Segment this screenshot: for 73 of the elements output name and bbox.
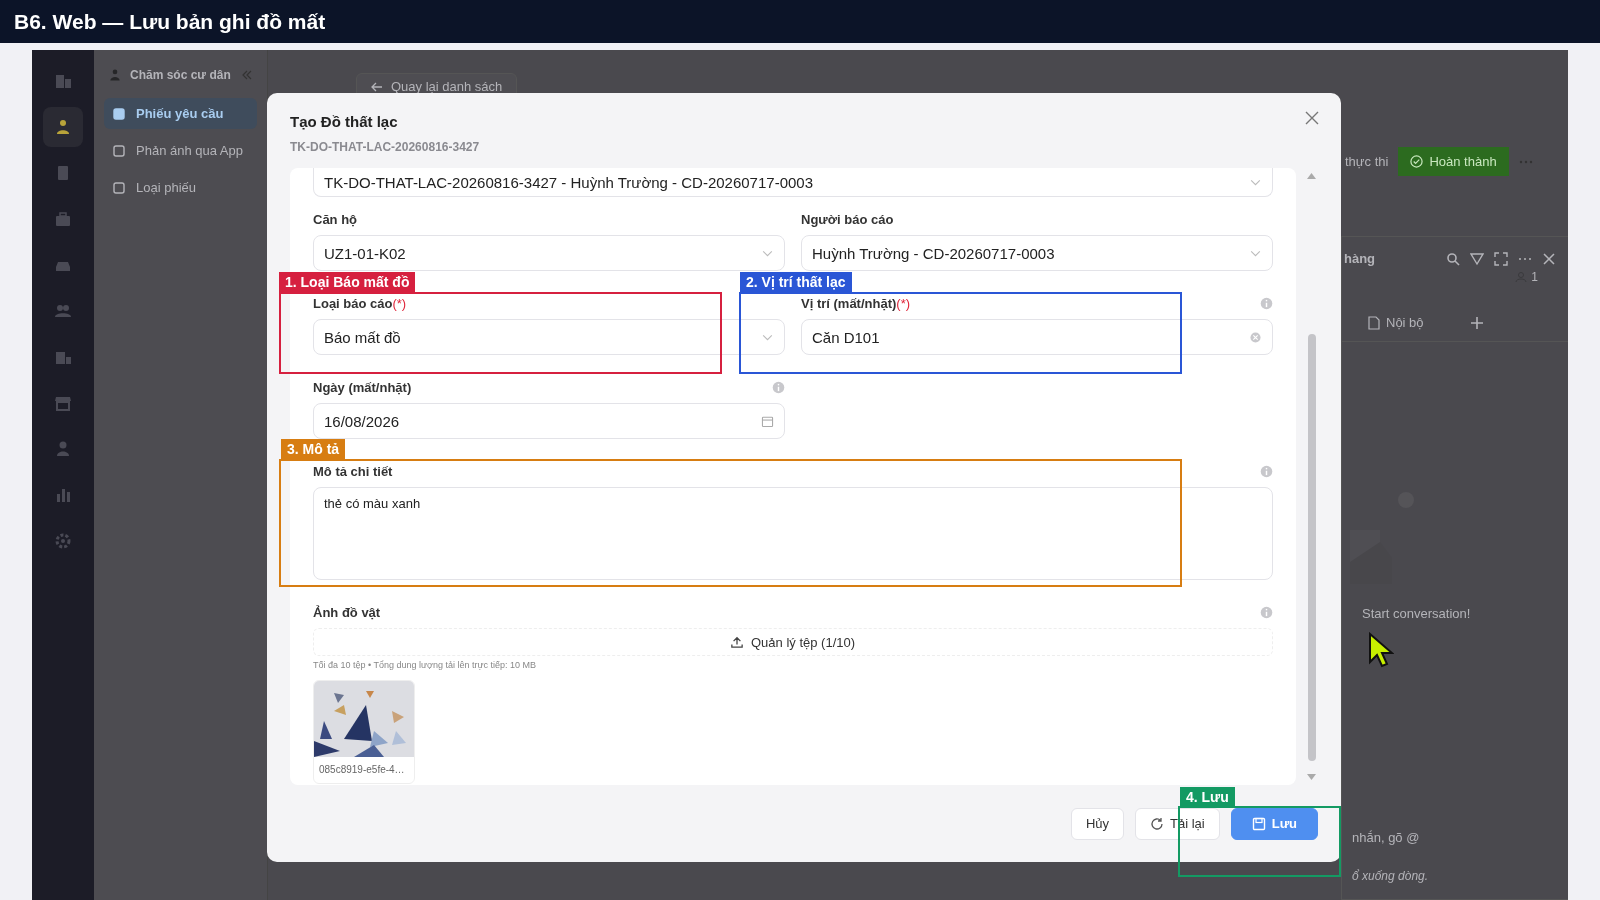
date-field[interactable]: 16/08/2026 [313, 403, 785, 439]
arrow-left-icon [371, 80, 383, 93]
cancel-button[interactable]: Hủy [1070, 807, 1124, 840]
person-icon [54, 118, 72, 136]
upload-icon [730, 636, 743, 648]
close-icon[interactable] [1305, 111, 1319, 125]
callout-label: 4. Lưu [1180, 787, 1235, 807]
field-label: Vị trí (mất/nhặt)(*) [801, 295, 911, 311]
field-label: Mô tả chi tiết [313, 463, 393, 479]
input-hint: ổ xuống dòng. [1352, 869, 1430, 883]
person-icon [108, 68, 122, 82]
info-icon [772, 380, 785, 394]
select-field[interactable]: Huỳnh Trường - CD-20260717-0003 [801, 235, 1273, 271]
filter-icon[interactable] [1470, 251, 1484, 266]
status-text: thực thi [1345, 154, 1389, 169]
sidebar-item[interactable]: Phiếu yêu cầu [104, 98, 257, 129]
calendar-icon [761, 414, 774, 428]
input-field[interactable]: Căn D101 [801, 319, 1273, 355]
scroll-up-icon[interactable] [1307, 172, 1316, 180]
field-label: Căn hộ [313, 211, 358, 227]
square-icon [112, 180, 126, 195]
upload-hint: Tối đa 10 tệp • Tổng dung lượng tải lên trực tiếp: 10 MB [313, 660, 538, 670]
add-icon[interactable] [1469, 315, 1484, 330]
chat-title: hàng [1344, 251, 1377, 266]
collapse-icon[interactable] [241, 69, 253, 81]
reload-icon [1150, 816, 1164, 831]
sidebar-item[interactable]: Loại phiếu [104, 172, 257, 203]
square-icon [112, 106, 126, 121]
description-field[interactable]: thẻ có màu xanh [313, 487, 1273, 580]
square-icon [112, 143, 126, 158]
nav-rail-item[interactable] [43, 107, 83, 147]
callout-label: 2. Vị trí thất lạc [740, 272, 852, 292]
member-count: 1 [1531, 270, 1538, 284]
chat-tab[interactable]: Nội bộ [1362, 314, 1430, 331]
building-icon [54, 72, 72, 90]
check-circle-icon [1410, 155, 1424, 168]
cursor-icon [1368, 632, 1394, 668]
sidebar-item[interactable]: Phản ánh qua App [104, 135, 257, 166]
store-icon [54, 394, 72, 412]
empty-state-text: Start conversation! [1361, 606, 1471, 621]
document-icon [1368, 315, 1380, 330]
clear-icon [1249, 330, 1262, 344]
field-label: Người báo cáo [801, 211, 894, 227]
select-field[interactable]: Báo mất đồ [313, 319, 785, 355]
bar-chart-icon [54, 486, 72, 504]
file-thumbnail[interactable]: 085c8919-e5fe-4… [313, 680, 415, 784]
field-label: Ngày (mất/nhặt) [313, 379, 412, 395]
dialog-subtitle: TK-DO-THAT-LAC-20260816-3427 [290, 140, 481, 154]
fullscreen-icon[interactable] [1494, 251, 1508, 266]
message-field[interactable]: nhắn, gõ @ [1352, 830, 1568, 845]
save-icon [1251, 816, 1266, 831]
scroll-down-icon[interactable] [1307, 773, 1316, 781]
video-title: B6. Web — Lưu bản ghi đồ mất [14, 9, 326, 34]
callout-label: 3. Mô tả [281, 439, 346, 459]
info-icon [1260, 296, 1273, 310]
info-icon [1260, 605, 1273, 619]
search-icon[interactable] [1446, 251, 1460, 266]
briefcase-icon [54, 210, 72, 228]
complete-button[interactable]: Hoàn thành [1398, 147, 1509, 176]
more-icon[interactable] [1518, 159, 1533, 164]
field-label: Loại báo cáo(*) [313, 295, 407, 311]
select-field[interactable]: TK-DO-THAT-LAC-20260816-3427 - Huỳnh Trường - CD-20260717-0003 [313, 168, 1273, 197]
select-field[interactable]: UZ1-01-K02 [313, 235, 785, 271]
manage-files-button[interactable]: Quản lý tệp (1/10) [313, 628, 1273, 656]
person-icon [54, 440, 72, 458]
dialog-title: Tạo Đồ thất lạc [290, 113, 398, 130]
callout-label: 1. Loại Báo mất đồ [279, 272, 416, 292]
field-label: Ảnh đồ vật [313, 604, 381, 620]
sidebar-title: Chăm sóc cư dân [130, 68, 232, 82]
info-icon [1260, 464, 1273, 478]
close-icon[interactable] [1542, 251, 1556, 266]
people-icon [54, 302, 72, 320]
settings-icon [54, 532, 72, 550]
